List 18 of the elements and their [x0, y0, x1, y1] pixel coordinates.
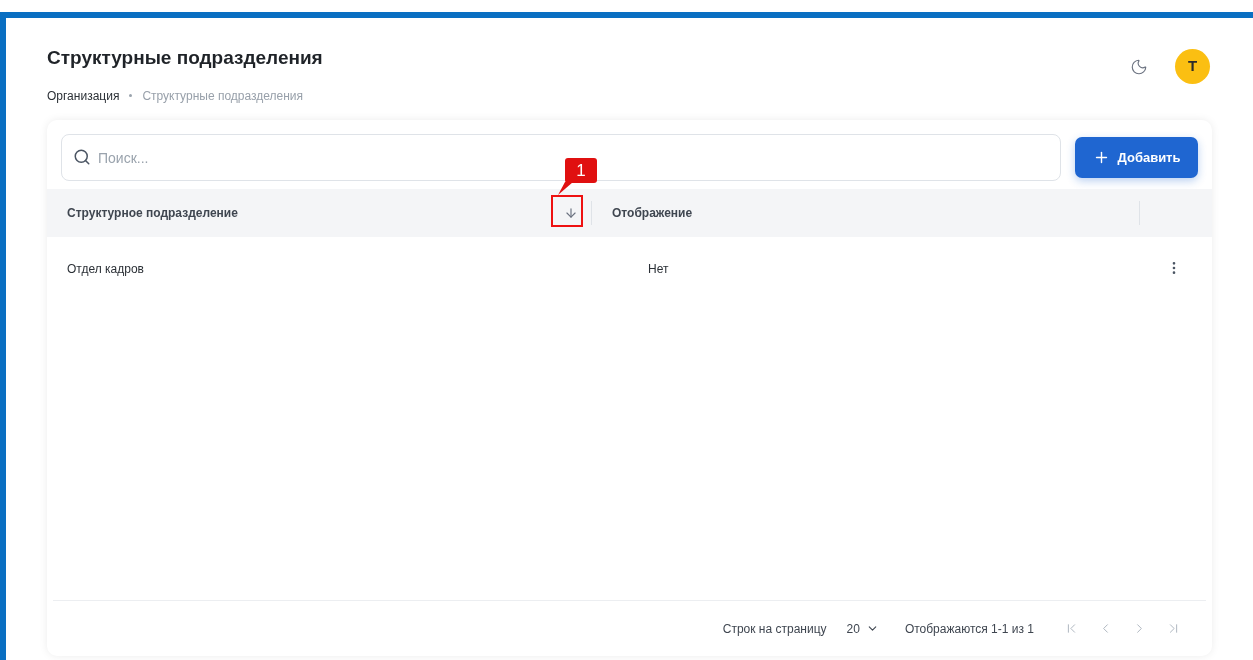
table-cell: Отдел кадров [67, 261, 144, 276]
column-header: Структурное подразделение [67, 205, 239, 222]
add-button[interactable]: Добавить [1075, 137, 1198, 178]
moon-icon [1130, 57, 1148, 76]
rows-per-page-select[interactable]: 20 [846, 619, 879, 638]
rows-per-page-label: Строк на страницу [722, 620, 827, 638]
annotation-highlight [551, 195, 583, 227]
callout-pointer [557, 182, 573, 196]
annotation-callout: 1 [565, 158, 597, 183]
page-title: Структурные подразделения [47, 46, 323, 70]
search-icon [73, 148, 91, 166]
user-avatar[interactable]: T [1175, 49, 1210, 84]
breadcrumb-item: Структурные подразделения [142, 87, 304, 105]
column-header: Отображение [612, 205, 694, 222]
page-range: Отображаются 1-1 из 1 [904, 620, 1034, 638]
table-cell: Нет [648, 261, 669, 276]
breadcrumb-separator-icon [129, 94, 133, 97]
breadcrumb-item[interactable]: Организация [47, 86, 120, 105]
